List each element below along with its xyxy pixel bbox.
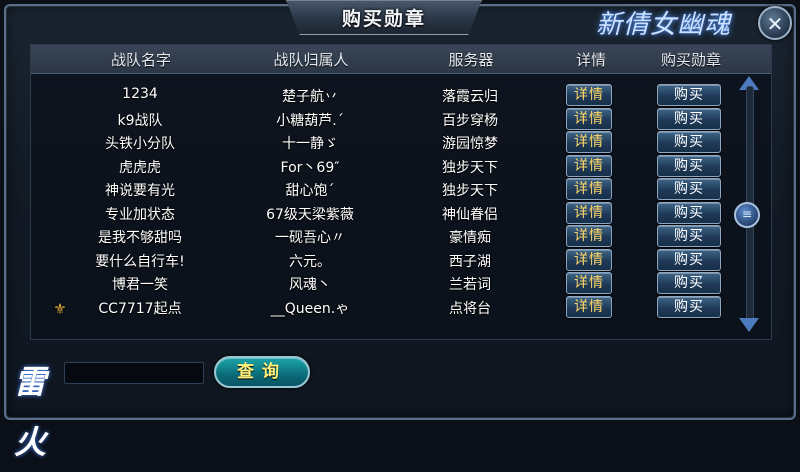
server-cell: 西子湖	[449, 253, 491, 270]
server-cell: 兰若词	[449, 277, 491, 293]
owner-cell: 风魂丶	[289, 277, 331, 293]
server-cell: 游园惊梦	[442, 136, 498, 152]
buy-button[interactable]: 购买	[657, 178, 721, 200]
title-plate: 购买勋章	[286, 0, 482, 35]
header-team-name: 战队名字	[110, 51, 171, 69]
owner-cell: 甜心饱´	[285, 183, 335, 199]
detail-button[interactable]: 详情	[566, 201, 612, 224]
team-name-cell: 神说要有光	[105, 183, 175, 199]
server-cell: 落霞云归	[442, 89, 498, 105]
team-name-cell: 是我不够甜吗	[98, 230, 182, 246]
table-row: 神说要有光 甜心饱´ 独步天下 详情 购买	[30, 178, 730, 202]
scrollbar-thumb[interactable]: ≡	[734, 202, 760, 228]
team-name-cell: 头铁小分队	[105, 136, 175, 152]
header-owner: 战队归属人	[273, 51, 349, 69]
leihuo-logo: 雷火	[14, 363, 47, 461]
owner-cell: 楚子航丷	[282, 89, 338, 105]
table-row: 是我不够甜吗 一砚吾心〃 豪情痴 详情 购买	[30, 225, 730, 249]
team-name-cell: k9战队	[117, 112, 163, 129]
team-name-cell: 1234	[122, 86, 158, 102]
window-title: 购买勋章	[341, 7, 426, 30]
detail-button[interactable]: 详情	[566, 84, 612, 106]
server-cell: 百步穿杨	[442, 112, 498, 129]
server-cell: 神仙眷侣	[442, 206, 498, 223]
detail-button[interactable]: 详情	[566, 225, 612, 247]
server-cell: 独步天下	[442, 183, 498, 199]
query-button[interactable]: 查询	[214, 356, 310, 388]
server-cell: 豪情痴	[449, 230, 491, 246]
owner-cell: __Queen.ゃ	[270, 300, 350, 317]
table-row: 要什么自行车! 六元。 西子湖 详情 购买	[30, 248, 730, 273]
table-row: k9战队 小糖葫芦.´ 百步穿杨 详情 购买	[30, 107, 730, 132]
table-header: 战队名字 战队归属人 服务器 详情 购买勋章	[31, 45, 771, 74]
detail-button[interactable]: 详情	[566, 154, 612, 177]
buy-button[interactable]: 购买	[657, 107, 721, 130]
owner-cell: 小糖葫芦.´	[276, 112, 344, 129]
close-button[interactable]: ✕	[758, 6, 792, 40]
detail-button[interactable]: 详情	[566, 107, 612, 130]
owner-cell: 六元。	[289, 253, 331, 270]
buy-button[interactable]: 购买	[657, 295, 721, 318]
team-name-cell: 专业加状态	[105, 206, 175, 223]
table-row: CC7717起点 __Queen.ゃ 点将台 详情 购买	[30, 295, 730, 320]
search-input[interactable]	[64, 362, 204, 384]
server-cell: 点将台	[449, 300, 491, 317]
owner-cell: 十一静ゞ	[282, 136, 338, 152]
team-name-cell: CC7717起点	[98, 300, 182, 317]
detail-button[interactable]: 详情	[566, 131, 612, 153]
team-name-cell: 虎虎虎	[119, 159, 161, 176]
buy-button[interactable]: 购买	[657, 201, 721, 224]
header-detail: 详情	[575, 51, 606, 69]
rank-badge-icon: ⚜	[53, 300, 67, 318]
buy-button[interactable]: 购买	[657, 272, 721, 294]
table-row: 专业加状态 67级天梁紫薇 神仙眷侣 详情 购买	[30, 201, 730, 226]
detail-button[interactable]: 详情	[566, 272, 612, 294]
team-name-cell: 要什么自行车!	[95, 253, 185, 270]
table-row: 头铁小分队 十一静ゞ 游园惊梦 详情 购买	[30, 131, 730, 155]
game-title-logo: 新倩女幽魂	[596, 10, 732, 40]
detail-button[interactable]: 详情	[566, 248, 612, 271]
owner-cell: 67级天梁紫薇	[266, 206, 354, 223]
buy-button[interactable]: 购买	[657, 131, 721, 153]
buy-button[interactable]: 购买	[657, 84, 721, 106]
detail-button[interactable]: 详情	[566, 295, 612, 318]
server-cell: 独步天下	[442, 159, 498, 176]
owner-cell: 一砚吾心〃	[275, 230, 345, 246]
buy-button[interactable]: 购买	[657, 225, 721, 247]
table-row: 博君一笑 风魂丶 兰若词 详情 购买	[30, 272, 730, 296]
buy-button[interactable]: 购买	[657, 154, 721, 177]
table-row: 虎虎虎 For丶69″ 独步天下 详情 购买	[30, 154, 730, 179]
buy-button[interactable]: 购买	[657, 248, 721, 271]
header-buy-medal: 购买勋章	[660, 51, 721, 69]
owner-cell: For丶69″	[280, 159, 340, 176]
detail-button[interactable]: 详情	[566, 178, 612, 200]
team-name-cell: 博君一笑	[112, 277, 168, 293]
table-row: 1234 楚子航丷 落霞云归 详情 购买	[30, 84, 730, 108]
header-server: 服务器	[448, 51, 494, 69]
scroll-down-arrow[interactable]	[739, 318, 759, 332]
